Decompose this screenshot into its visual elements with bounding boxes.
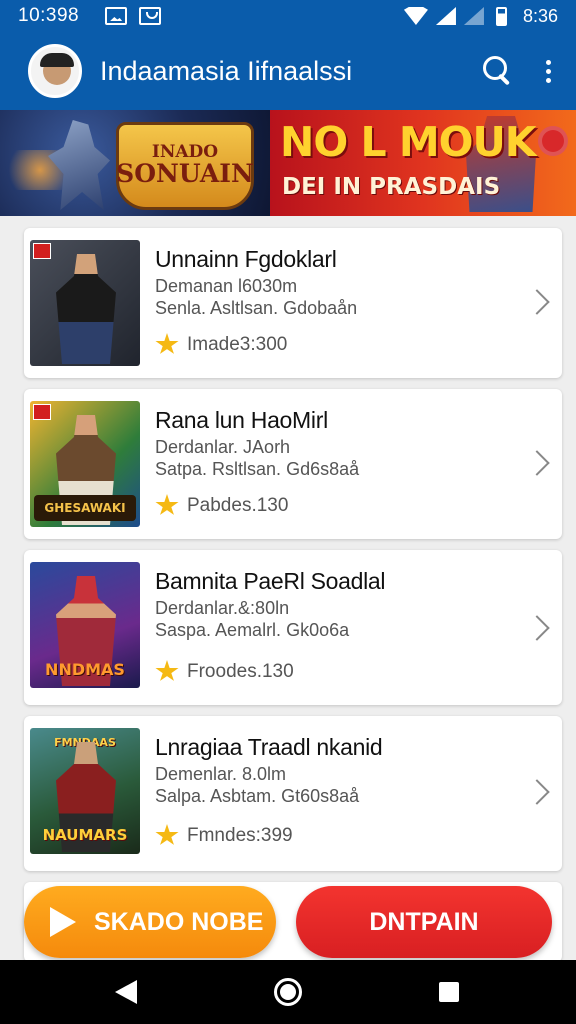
star-icon (155, 824, 179, 845)
recents-icon[interactable] (439, 982, 459, 1002)
list-item[interactable]: Unnainn Fgdoklarl Demanan l6030m Senla. … (24, 228, 562, 378)
primary-action-button[interactable]: SKADO NOBE (24, 886, 276, 958)
list-item[interactable]: FMNDAAS NAUMARS Lnragiaa Traadl nkanid D… (24, 716, 562, 871)
thumbnail-tag (33, 404, 51, 420)
item-subtitle: Demanan l6030m (155, 276, 298, 296)
chevron-right-icon[interactable] (532, 776, 548, 806)
status-time: 10:398 (18, 5, 80, 26)
status-bar: 10:398 8:36 (0, 0, 576, 32)
home-icon[interactable] (274, 978, 302, 1006)
item-subtitle: Derdanlar. JAorh (155, 437, 291, 457)
banner-right-panel: NO L MOUK DEI IN PRASDAIS (270, 110, 576, 216)
item-thumbnail: GHESAWAKI (30, 401, 140, 527)
search-icon[interactable] (480, 53, 516, 89)
star-icon (155, 333, 179, 354)
app-bar: Indaamasia Iifnaalssi (0, 32, 576, 110)
back-icon[interactable] (115, 980, 137, 1004)
notification-icons (105, 7, 162, 25)
thumbnail-logo: NNDMAS (45, 659, 125, 679)
item-title: Lnragiaa Traadl nkanid (155, 734, 383, 760)
rating-text: Pabdes.130 (187, 494, 289, 516)
battery-icon (495, 6, 507, 26)
thumbnail-logo: GHESAWAKI (34, 495, 136, 521)
banner-hero-figure (48, 120, 110, 210)
secondary-action-button[interactable]: DNTPAIN (296, 886, 552, 958)
item-thumbnail: NNDMAS (30, 562, 140, 688)
wifi-icon (403, 7, 428, 25)
item-meta: Senla. Asltlsan. Gdobaån (155, 298, 358, 318)
star-icon (155, 660, 179, 681)
item-rating: Pabdes.130 (155, 494, 288, 517)
chevron-right-icon[interactable] (532, 286, 548, 316)
more-options-icon[interactable] (538, 53, 558, 89)
chevron-right-icon[interactable] (532, 612, 548, 642)
list-item[interactable]: GHESAWAKI Rana lun HaoMirl Derdanlar. JA… (24, 389, 562, 539)
primary-action-label: SKADO NOBE (94, 907, 264, 936)
item-title: Rana lun HaoMirl (155, 407, 328, 433)
app-notification-icon (139, 7, 162, 25)
thumbnail-logo: NAUMARS (42, 826, 128, 844)
banner-badge: INADO SONUAIN (116, 122, 254, 210)
item-title: Unnainn Fgdoklarl (155, 246, 337, 272)
banner-badge-line2: SONUAIN (116, 159, 254, 189)
item-thumbnail: FMNDAAS NAUMARS (30, 728, 140, 854)
item-title: Bamnita PaeRl Soadlal (155, 568, 386, 594)
item-meta: Saspa. Aemalrl. Gk0o6a (155, 620, 350, 640)
thumbnail-tag (33, 243, 51, 259)
banner-subtitle: DEI IN PRASDAIS (282, 174, 501, 200)
chevron-right-icon[interactable] (532, 447, 548, 477)
banner-ball-icon (538, 126, 568, 156)
rating-text: Fmndes:399 (187, 824, 293, 846)
item-subtitle: Derdanlar.&:80ln (155, 598, 290, 618)
item-subtitle: Demenlar. 8.0lm (155, 764, 287, 784)
item-rating: Froodes.130 (155, 660, 294, 683)
signal-secondary-icon (463, 7, 484, 25)
item-meta: Salpa. Asbtam. Gt60s8aå (155, 786, 360, 806)
item-rating: Fmndes:399 (155, 824, 293, 847)
image-notification-icon (105, 7, 128, 25)
star-icon (155, 494, 179, 515)
app-title: Indaamasia Iifnaalssi (100, 55, 353, 86)
item-thumbnail (30, 240, 140, 366)
promo-banner[interactable]: INADO SONUAIN NO L MOUK DEI IN PRASDAIS (0, 110, 576, 216)
item-rating: Imade3:300 (155, 333, 287, 356)
signal-icon (435, 7, 456, 25)
avatar[interactable] (28, 44, 82, 98)
rating-text: Froodes.130 (187, 660, 294, 682)
thumbnail-figure (56, 254, 116, 364)
banner-left-panel: INADO SONUAIN (0, 110, 270, 216)
play-icon (50, 907, 76, 937)
secondary-action-label: DNTPAIN (369, 907, 479, 936)
status-clock: 8:36 (522, 5, 558, 26)
item-meta: Satpa. Rsltlsan. Gd6s8aå (155, 459, 360, 479)
status-indicators: 8:36 (403, 5, 558, 27)
rating-text: Imade3:300 (187, 333, 288, 355)
list-item[interactable]: NNDMAS Bamnita PaeRl Soadlal Derdanlar.&… (24, 550, 562, 705)
system-nav-bar (0, 960, 576, 1024)
banner-title: NO L MOUK (280, 118, 537, 166)
